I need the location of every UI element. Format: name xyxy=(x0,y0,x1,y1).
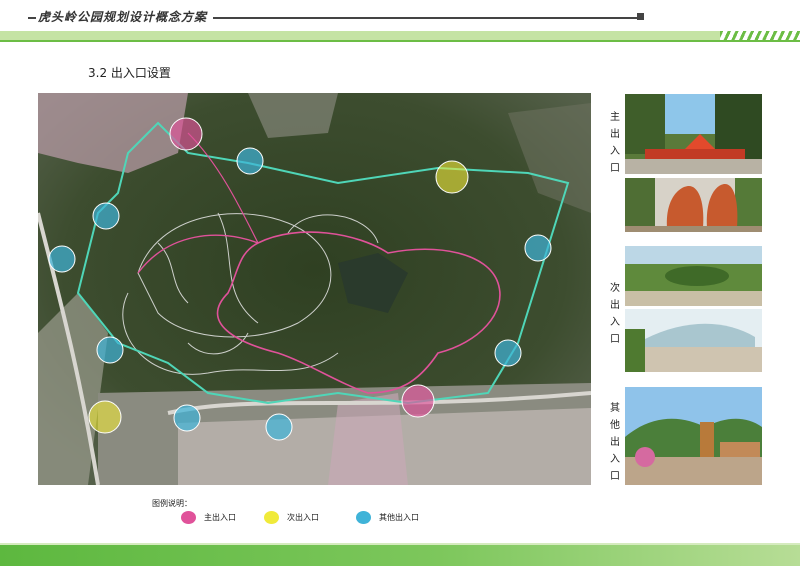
header-rule-left xyxy=(28,17,36,19)
top-green-band xyxy=(0,31,800,40)
header-rule xyxy=(213,17,638,19)
legend-swatch-main xyxy=(181,511,196,524)
legend-label-other: 其他出入口 xyxy=(379,513,419,522)
other-entrance-photo xyxy=(625,387,762,485)
legend-swatch-secondary xyxy=(264,511,279,524)
legend-item-other-entrance: 其他出入口 xyxy=(356,511,419,524)
secondary-entrance-photo-2 xyxy=(625,309,762,372)
main-entrance-label: 主 出 入 口 xyxy=(610,112,620,174)
section-title: 3.2 出入口设置 xyxy=(88,66,171,80)
header-rule-end-marker xyxy=(637,13,644,20)
site-map-graphic xyxy=(38,93,591,485)
legend-swatch-other xyxy=(356,511,371,524)
secondary-entrance-photo-1 xyxy=(625,246,762,306)
document-title: 虎头岭公园规划设计概念方案 xyxy=(38,10,208,24)
other-entrance-label: 其 他 出 入 口 xyxy=(610,403,620,482)
site-aerial-map xyxy=(38,93,591,485)
main-entrance-photo-1 xyxy=(625,94,762,174)
legend-label-secondary: 次出入口 xyxy=(287,513,319,522)
legend-title: 图例说明： xyxy=(152,499,192,508)
legend-item-main-entrance: 主出入口 xyxy=(181,511,236,524)
bottom-green-band xyxy=(0,545,800,566)
top-green-band-line xyxy=(0,40,800,42)
secondary-entrance-label: 次 出 入 口 xyxy=(610,283,620,345)
legend-item-secondary-entrance: 次出入口 xyxy=(264,511,319,524)
legend-label-main: 主出入口 xyxy=(204,513,236,522)
top-band-stripes xyxy=(720,31,800,40)
main-entrance-photo-2 xyxy=(625,178,762,232)
